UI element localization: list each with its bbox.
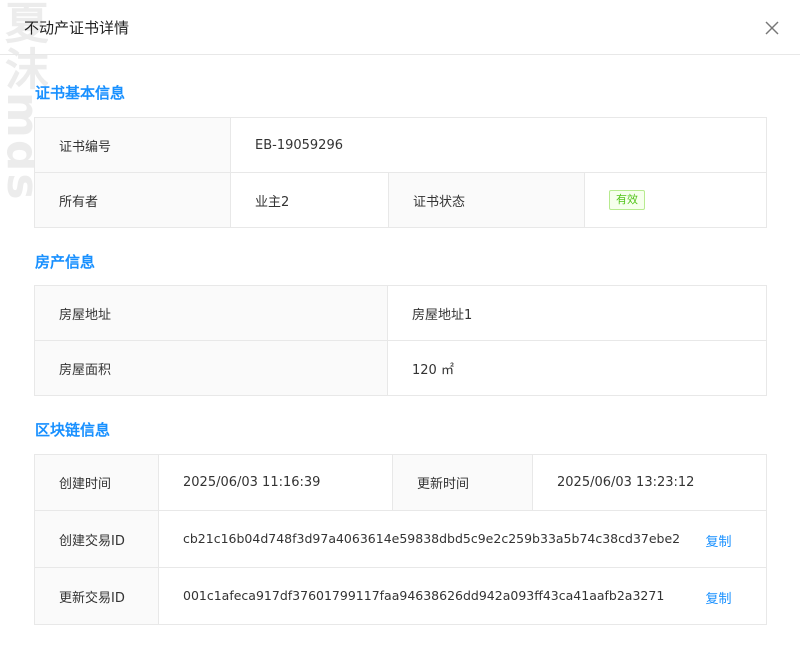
updated-time-label: 更新时间 xyxy=(392,454,533,511)
owner-label: 所有者 xyxy=(34,172,231,228)
updated-time-value: 2025/06/03 13:23:12 xyxy=(532,454,767,511)
cert-no-value: EB-19059296 xyxy=(229,117,768,173)
table-row: 房屋面积 120 ㎡ xyxy=(34,340,767,396)
section-title-property: 房产信息 xyxy=(35,253,96,271)
status-cell: 有效 xyxy=(583,172,768,228)
cert-info-table: 证书编号 EB-19059296 所有者 业主2 证书状态 有效 xyxy=(34,117,768,228)
table-row: 创建时间 2025/06/03 11:16:39 更新时间 2025/06/03… xyxy=(34,454,767,511)
chain-info-table: 创建时间 2025/06/03 11:16:39 更新时间 2025/06/03… xyxy=(34,454,767,625)
created-time-value: 2025/06/03 11:16:39 xyxy=(158,454,393,511)
address-label: 房屋地址 xyxy=(34,285,388,341)
area-label: 房屋面积 xyxy=(34,340,388,396)
address-value: 房屋地址1 xyxy=(387,285,767,341)
cert-no-label: 证书编号 xyxy=(34,117,231,173)
close-icon[interactable] xyxy=(762,18,782,38)
section-title-chain: 区块链信息 xyxy=(35,421,111,439)
table-row: 所有者 业主2 证书状态 有效 xyxy=(34,172,768,228)
copy-create-tx-button[interactable]: 复制 xyxy=(706,531,732,550)
update-tx-value: 001c1afeca917df37601799117faa94638626dd9… xyxy=(183,588,665,603)
status-badge: 有效 xyxy=(609,190,645,210)
table-row: 证书编号 EB-19059296 xyxy=(34,117,768,173)
owner-value: 业主2 xyxy=(230,172,389,228)
table-row: 房屋地址 房屋地址1 xyxy=(34,285,767,341)
create-tx-value: cb21c16b04d748f3d97a4063614e59838dbd5c9e… xyxy=(183,531,681,546)
table-row: 创建交易ID cb21c16b04d748f3d97a4063614e59838… xyxy=(34,510,767,568)
area-value: 120 ㎡ xyxy=(387,340,767,396)
property-info-table: 房屋地址 房屋地址1 房屋面积 120 ㎡ xyxy=(34,285,767,396)
status-label: 证书状态 xyxy=(388,172,585,228)
create-tx-cell: cb21c16b04d748f3d97a4063614e59838dbd5c9e… xyxy=(158,510,767,568)
create-tx-label: 创建交易ID xyxy=(34,510,159,568)
dialog-title: 不动产证书详情 xyxy=(24,19,130,37)
update-tx-cell: 001c1afeca917df37601799117faa94638626dd9… xyxy=(158,567,767,625)
table-row: 更新交易ID 001c1afeca917df37601799117faa9463… xyxy=(34,567,767,625)
dialog-header: 不动产证书详情 xyxy=(0,0,800,55)
created-time-label: 创建时间 xyxy=(34,454,159,511)
copy-update-tx-button[interactable]: 复制 xyxy=(706,588,732,607)
update-tx-label: 更新交易ID xyxy=(34,567,159,625)
section-title-cert: 证书基本信息 xyxy=(35,84,126,102)
